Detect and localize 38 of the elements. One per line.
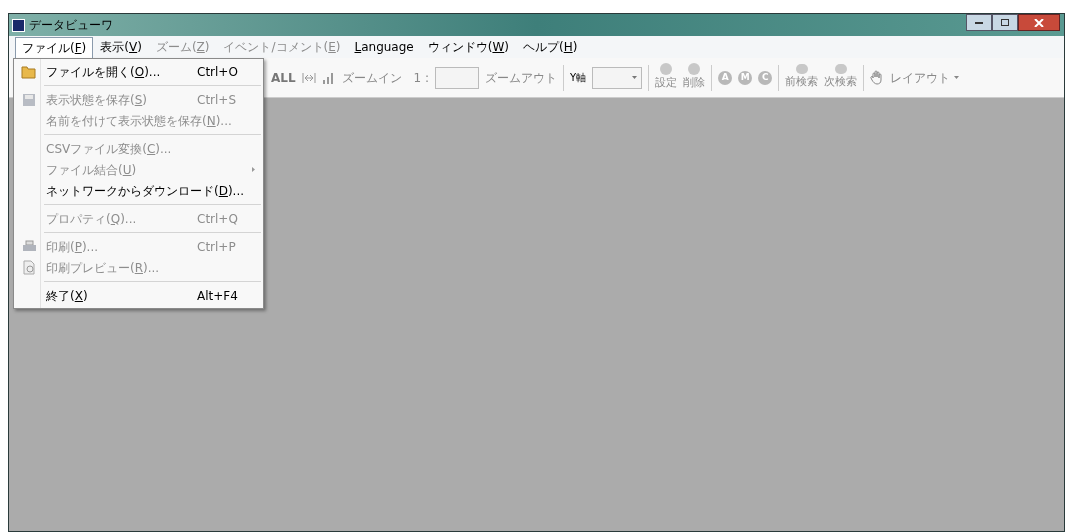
bar-chart-icon[interactable] [321, 71, 336, 84]
menu-item[interactable]: 表示(V) [93, 36, 149, 58]
y-axis-label: Y軸 [570, 71, 587, 85]
menu-item[interactable]: ファイル(F) [15, 36, 94, 58]
menu-item[interactable]: Language [347, 36, 421, 58]
caret-icon [954, 76, 960, 79]
circle-badge-icon[interactable]: A [718, 70, 733, 85]
menu-option[interactable]: 終了(X) Alt+F4 [14, 285, 263, 306]
menu-option[interactable]: ファイルを開く(O)... Ctrl+O [14, 61, 263, 82]
next-search-button[interactable]: 次検索 [824, 64, 858, 91]
ratio-label: 1 : [413, 69, 430, 87]
maximize-button[interactable] [992, 14, 1018, 31]
app-icon [12, 18, 25, 32]
printer-icon [21, 239, 37, 254]
menu-item[interactable]: ヘルプ(H) [516, 36, 585, 58]
zoom-in-button[interactable]: ズームイン [341, 68, 402, 87]
zoom-out-button[interactable]: ズームアウト [485, 68, 558, 87]
window-title: データビューワ [29, 17, 113, 34]
ratio-field[interactable] [435, 66, 480, 89]
delete-button[interactable]: 削除 [683, 63, 706, 92]
y-axis-dropdown[interactable] [592, 66, 643, 89]
fit-width-icon[interactable] [301, 71, 316, 84]
caret-icon [632, 76, 638, 79]
close-icon [1034, 18, 1044, 27]
minimize-button[interactable] [966, 14, 992, 31]
circle-badge-icon[interactable]: M [738, 70, 753, 85]
hand-icon[interactable] [870, 70, 885, 85]
menu-item[interactable]: ウィンドウ(W) [420, 36, 516, 58]
circle-badge-icon[interactable]: C [758, 70, 773, 85]
previous-search-button[interactable]: 前検索 [785, 64, 819, 91]
layout-button[interactable]: レイアウト [890, 68, 960, 87]
menu-option[interactable]: ネットワークからダウンロード(D)... [14, 180, 263, 201]
all-button[interactable]: ALL [271, 68, 296, 87]
close-button[interactable] [1018, 14, 1060, 31]
folder-icon [21, 64, 37, 79]
set-button[interactable]: 設定 [655, 63, 678, 92]
submenu-arrow-icon [252, 167, 255, 172]
document-icon [22, 260, 36, 275]
